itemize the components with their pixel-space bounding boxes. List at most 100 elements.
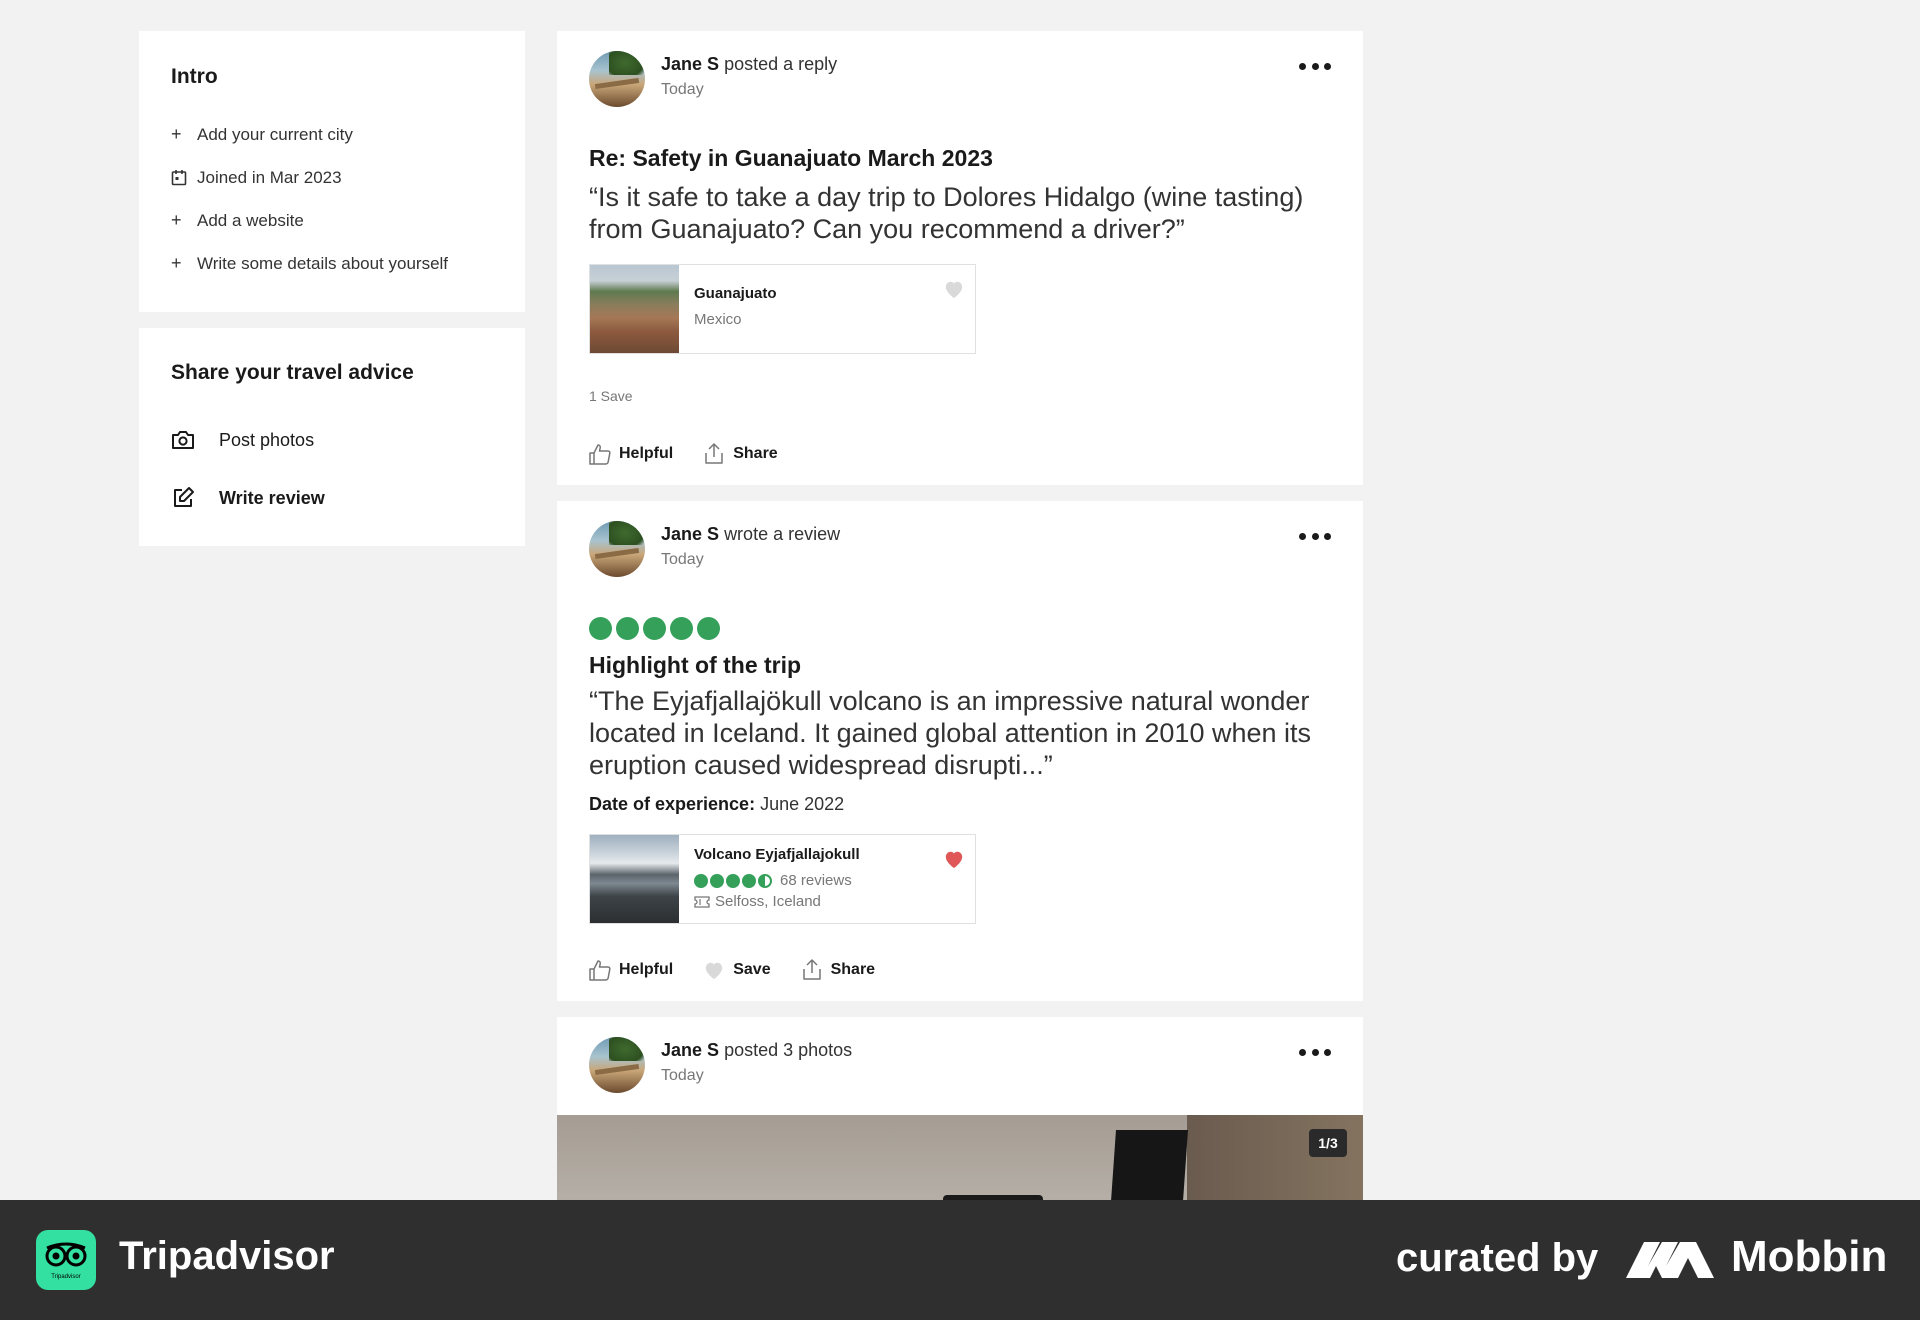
post-quote[interactable]: “Is it safe to take a day trip to Dolore… [589,181,1339,245]
camera-icon [171,430,219,450]
doe-label: Date of experience: [589,794,756,814]
post-header: Jane S wrote a review Today [589,521,1331,581]
post-photos-label: Post photos [219,429,315,450]
helpful-button[interactable]: Helpful [589,443,673,465]
more-options-button[interactable] [1299,57,1331,75]
share-label: Share [830,961,876,978]
rating-bubble-half [758,873,772,888]
rating-bubble [742,873,756,888]
feed-post-review: Jane S wrote a review Today Highlight of… [557,501,1363,1001]
review-count: 68 reviews [780,872,852,889]
place-card-guanajuato[interactable]: Guanajuato Mexico [589,264,976,354]
author-name[interactable]: Jane S [661,1040,719,1060]
intro-item-label: Joined in Mar 2023 [197,167,342,187]
rating-bubble [616,617,639,640]
joined-date: Joined in Mar 2023 [171,156,493,199]
add-details-link[interactable]: + Write some details about yourself [171,242,493,285]
place-country: Mexico [694,311,742,328]
post-actions: Helpful Save Share [589,959,905,981]
date-of-experience: Date of experience: June 2022 [589,794,844,815]
intro-item-label: Write some details about yourself [197,253,449,273]
rating-bubble [726,873,740,888]
calendar-icon [171,169,193,186]
heart-outline-icon[interactable] [943,279,965,299]
helpful-button[interactable]: Helpful [589,959,673,981]
save-count: 1 Save [589,388,633,404]
share-icon [705,443,723,464]
dot-icon [1311,1048,1319,1056]
place-image [590,265,679,353]
helpful-label: Helpful [619,445,674,462]
share-icon [802,959,821,980]
place-card-volcano[interactable]: Volcano Eyjafjallajokull 68 reviews Self… [589,834,976,924]
share-button[interactable]: Share [703,443,778,465]
place-name: Volcano Eyjafjallajokull [694,846,860,863]
dot-icon [1299,532,1306,540]
place-rating: 68 reviews [694,872,860,889]
add-website-link[interactable]: + Add a website [171,199,493,242]
save-button[interactable]: Save [703,960,771,980]
dot-icon [1311,62,1319,70]
write-review-label: Write review [219,487,325,508]
curated-by-label: curated by [1396,1236,1599,1280]
review-quote[interactable]: “The Eyjafjallajökull volcano is an impr… [589,685,1339,781]
post-actions: Helpful Share [589,443,808,465]
avatar[interactable] [589,51,645,107]
mobbin-logo-icon [1626,1242,1714,1278]
plus-icon: + [171,210,182,230]
rating-bubble [694,873,708,888]
place-location: Selfoss, Iceland [694,893,860,910]
post-action: wrote a review [724,524,841,544]
share-advice-card: Share your travel advice Post photos Wri… [139,328,525,546]
save-label: Save [733,961,771,978]
more-options-button[interactable] [1299,1043,1331,1061]
thumbs-up-icon [589,444,611,465]
post-header: Jane S posted a reply Today [589,51,1331,111]
mobbin-banner: Tripadvisor Tripadvisor curated by Mobbi… [0,1200,1920,1320]
dot-icon [1299,1048,1306,1056]
rating-bubbles [589,617,724,640]
post-title[interactable]: Re: Safety in Guanajuato March 2023 [589,145,993,172]
heart-filled-icon[interactable] [943,849,965,869]
rating-bubble [589,617,612,640]
mobbin-wordmark: Mobbin [1731,1232,1888,1281]
intro-item-label: Add your current city [197,124,353,144]
rating-bubble [697,617,720,640]
plus-icon: + [171,124,182,144]
place-image [590,835,679,923]
dot-icon [1299,62,1306,70]
post-time: Today [661,551,704,568]
plus-icon: + [171,253,182,273]
app-name: Tripadvisor [119,1234,335,1278]
post-author-line: Jane S wrote a review [661,524,840,545]
post-header: Jane S posted 3 photos Today [589,1037,1331,1097]
share-button[interactable]: Share [801,959,875,981]
dot-icon [1324,532,1331,540]
post-time: Today [661,81,704,98]
avatar[interactable] [589,1037,645,1093]
dot-icon [1311,532,1319,540]
edit-icon [171,486,219,510]
location-text: Selfoss, Iceland [715,893,821,910]
heart-outline-icon [706,962,723,980]
rating-bubble [643,617,666,640]
write-review-button[interactable]: Write review [171,469,493,527]
intro-title: Intro [171,65,218,88]
post-action: posted a reply [724,54,838,74]
author-name[interactable]: Jane S [661,54,719,74]
dot-icon [1324,1048,1331,1056]
doe-value: June 2022 [760,794,845,814]
logo-wordmark: Tripadvisor [51,1274,80,1280]
post-author-line: Jane S posted 3 photos [661,1040,852,1061]
avatar[interactable] [589,521,645,577]
post-photos-button[interactable]: Post photos [171,411,493,469]
rating-bubble [710,873,724,888]
ticket-icon [694,895,710,908]
tripadvisor-logo: Tripadvisor [36,1230,96,1290]
add-city-link[interactable]: + Add your current city [171,113,493,156]
author-name[interactable]: Jane S [661,524,719,544]
review-title[interactable]: Highlight of the trip [589,652,801,679]
more-options-button[interactable] [1299,527,1331,545]
place-name: Guanajuato [694,285,777,302]
dot-icon [1324,62,1331,70]
